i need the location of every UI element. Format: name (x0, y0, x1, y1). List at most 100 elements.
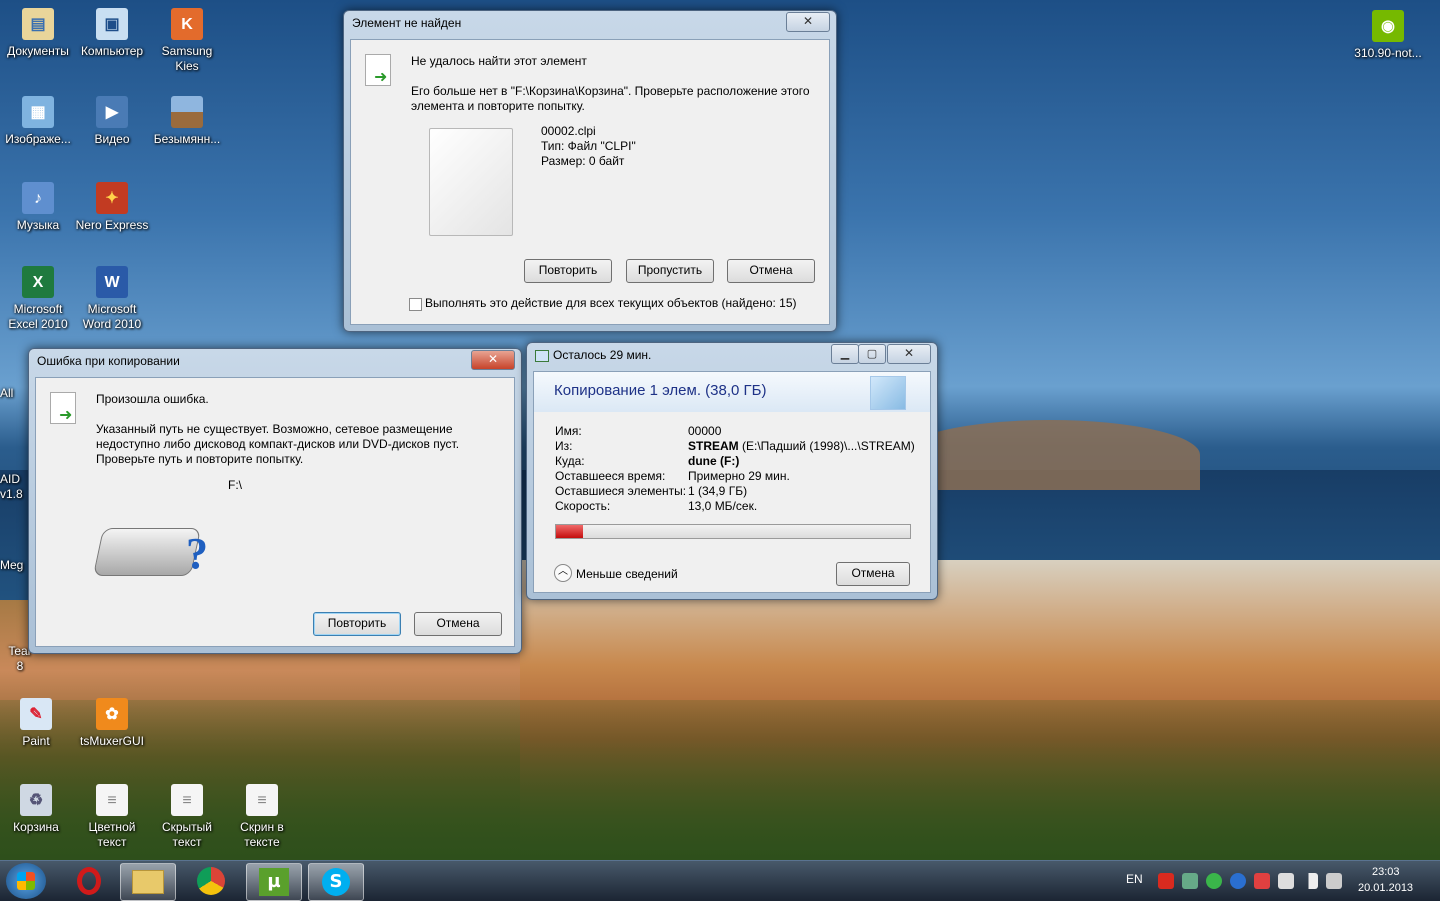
desktop-icon-video[interactable]: ▶ Видео (74, 96, 150, 147)
network-icon[interactable] (1302, 873, 1318, 889)
desktop-icon-samsung-kies[interactable]: K Samsung Kies (149, 8, 225, 74)
desktop-icon-screenshot-text[interactable]: ≡ Скрин в тексте (224, 784, 300, 850)
cancel-button[interactable]: Отмена (727, 259, 815, 283)
dialog-item-not-found: Элемент не найден ✕ ➜ Не удалось найти э… (343, 10, 837, 332)
less-details-link[interactable]: Меньше сведений (576, 567, 678, 581)
collapse-details-button[interactable]: ︿ (554, 564, 572, 582)
volume-icon[interactable] (1326, 873, 1342, 889)
close-button[interactable]: ✕ (471, 350, 515, 370)
blank-file-icon (429, 128, 513, 236)
desktop-icon-label: Скрин в тексте (240, 820, 284, 849)
disk-drive-icon (92, 528, 202, 576)
desktop-icon-label: 8 (16, 659, 24, 673)
word-icon: W (96, 266, 128, 298)
minimize-button[interactable]: ▁ (831, 344, 859, 364)
maximize-button[interactable]: ▢ (858, 344, 886, 364)
dialog-title: Ошибка при копировании (37, 354, 180, 368)
progress-header: Копирование 1 элем. (38,0 ГБ) (534, 372, 930, 412)
action-center-icon[interactable] (1278, 873, 1294, 889)
file-name: 00002.clpi (541, 124, 596, 138)
desktop-icon-label: Meg (0, 558, 24, 572)
desktop-icon-untitled-image[interactable]: Безымянн... (149, 96, 225, 147)
utorrent-icon: µ (259, 868, 289, 896)
value-to: dune (F:) (688, 454, 739, 468)
close-button[interactable]: ✕ (887, 344, 931, 364)
progress-bar (555, 524, 911, 539)
dialog-message: Его больше нет в "F:\Корзина\Корзина". П… (411, 84, 810, 98)
desktop-icon-nvidia-driver[interactable]: ◉ 310.90-not... (1348, 10, 1428, 61)
text-file-icon: ≡ (96, 784, 128, 816)
desktop-icon-tsmuxer[interactable]: ✿ tsMuxerGUI (74, 698, 150, 749)
desktop-icon-excel[interactable]: X Microsoft Excel 2010 (0, 266, 76, 332)
file-size: Размер: 0 байт (541, 154, 625, 168)
dialog-message: элемента и повторите попытку. (411, 99, 585, 113)
desktop-icon-paint[interactable]: ✎ Paint (0, 698, 72, 749)
desktop-icon-nero-express[interactable]: ✦ Nero Express (74, 182, 150, 233)
start-button[interactable] (6, 863, 46, 899)
question-mark-icon: ? (186, 529, 208, 578)
excel-icon: X (22, 266, 54, 298)
dialog-message: Указанный путь не существует. Возможно, … (96, 422, 453, 436)
desktop-icon-partial-all[interactable]: All (0, 386, 30, 401)
progress-body: Копирование 1 элем. (38,0 ГБ) Имя: 00000… (533, 371, 931, 593)
desktop-icon-label: Изображе... (5, 132, 71, 146)
desktop-icon-documents[interactable]: ▤ Документы (0, 8, 76, 59)
value-speed: 13,0 МБ/сек. (688, 499, 758, 513)
cancel-button[interactable]: Отмена (836, 562, 910, 586)
video-icon: ▶ (96, 96, 128, 128)
retry-button[interactable]: Повторить (313, 612, 401, 636)
taskbar: µ S EN 23:03 20.01.2013 (0, 860, 1440, 901)
value-from: STREAM (E:\Падший (1998)\...\STREAM) (688, 439, 915, 453)
desktop-icon-partial-mega[interactable]: Meg (0, 558, 30, 573)
desktop-icon-word[interactable]: W Microsoft Word 2010 (74, 266, 150, 332)
bluetooth-icon[interactable] (1230, 873, 1246, 889)
cancel-button[interactable]: Отмена (414, 612, 502, 636)
computer-icon: ▣ (96, 8, 128, 40)
desktop-icon-recycle-bin[interactable]: ♻ Корзина (0, 784, 72, 835)
desktop-icon-label: tsMuxerGUI (79, 734, 144, 748)
maximize-icon: ▢ (866, 347, 878, 360)
taskbar-opera[interactable] (62, 863, 116, 899)
taskbar-skype[interactable]: S (308, 863, 364, 901)
target-path: F:\ (228, 478, 242, 492)
file-move-icon: ➜ (365, 54, 391, 86)
apply-to-all-checkbox[interactable] (409, 298, 422, 311)
antivirus-tray-icon[interactable] (1158, 873, 1174, 889)
samsung-kies-icon: K (171, 8, 203, 40)
desktop-icon-hidden-text[interactable]: ≡ Скрытый текст (149, 784, 225, 850)
update-tray-icon[interactable] (1206, 873, 1222, 889)
desktop-icon-computer[interactable]: ▣ Компьютер (74, 8, 150, 59)
label-from: Из: (555, 439, 573, 453)
taskbar-utorrent[interactable]: µ (246, 863, 302, 901)
copy-icon (535, 350, 549, 362)
clock-date[interactable]: 20.01.2013 (1358, 882, 1413, 894)
desktop-icon-pictures[interactable]: ▦ Изображе... (0, 96, 76, 147)
nvidia-tray-icon[interactable] (1254, 873, 1270, 889)
value-name: 00000 (688, 424, 722, 438)
wallpaper-hill (900, 420, 1200, 490)
file-type: Тип: Файл "CLPI" (541, 139, 636, 153)
taskbar-chrome[interactable] (184, 863, 238, 899)
dialog-heading: Произошла ошибка. (96, 392, 209, 406)
opera-icon (77, 867, 101, 895)
desktop-icon-music[interactable]: ♪ Музыка (0, 182, 76, 233)
documents-icon: ▤ (22, 8, 54, 40)
paint-icon: ✎ (20, 698, 52, 730)
retry-button[interactable]: Повторить (524, 259, 612, 283)
value-time-left: Примерно 29 мин. (688, 469, 790, 483)
clock-time[interactable]: 23:03 (1372, 866, 1400, 878)
label-items-left: Оставшиеся элементы: (555, 484, 687, 498)
copy-header-text: Копирование 1 элем. (38,0 ГБ) (554, 382, 767, 399)
taskbar-explorer[interactable] (120, 863, 176, 901)
desktop-icon-color-text[interactable]: ≡ Цветной текст (74, 784, 150, 850)
text-file-icon: ≡ (171, 784, 203, 816)
desktop-icon-label: Microsoft Word 2010 (82, 302, 142, 331)
desktop-icon-partial-aida[interactable]: AID v1.8 (0, 472, 30, 502)
skip-button[interactable]: Пропустить (626, 259, 714, 283)
close-button[interactable]: ✕ (786, 12, 830, 32)
copy-animation-icon (870, 376, 906, 410)
close-icon: ✕ (903, 346, 915, 360)
usb-tray-icon[interactable] (1182, 873, 1198, 889)
language-indicator[interactable]: EN (1126, 872, 1143, 886)
desktop-icon-label: Видео (94, 132, 130, 146)
